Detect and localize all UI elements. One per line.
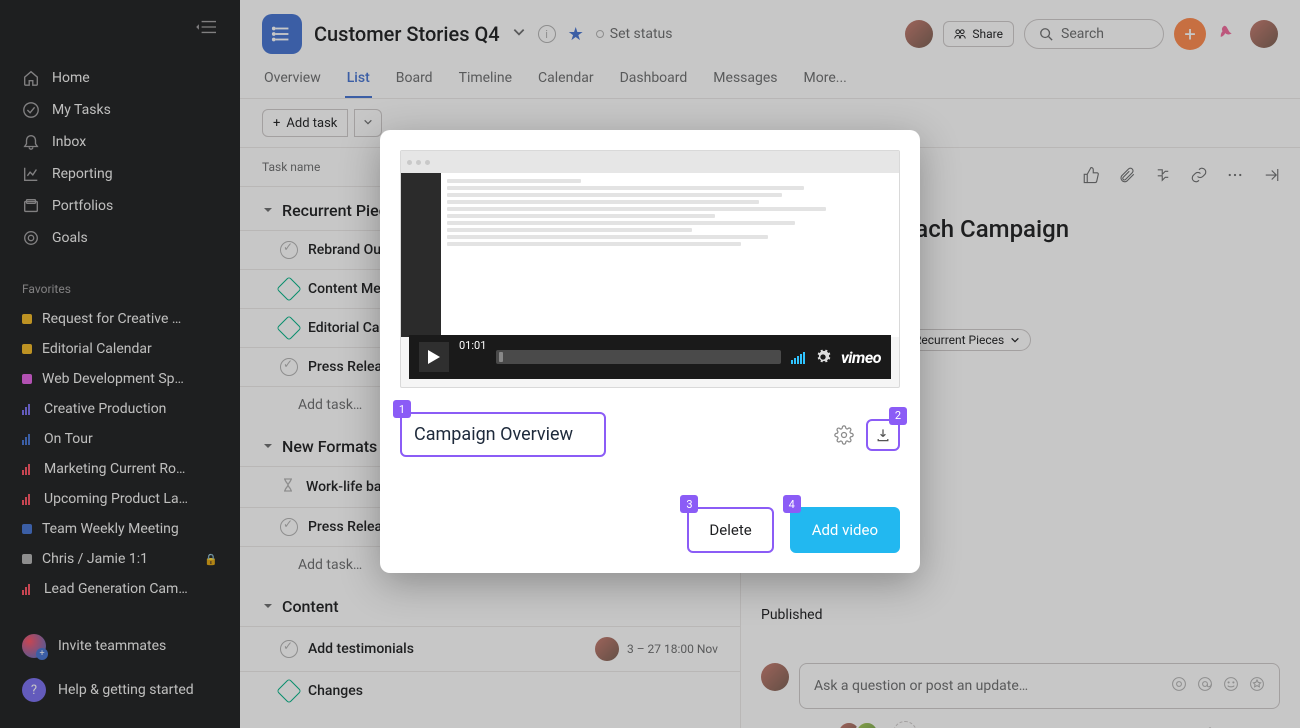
video-progress-bar[interactable]: [496, 350, 781, 364]
add-video-button[interactable]: Add video: [790, 507, 900, 553]
settings-icon[interactable]: [834, 425, 854, 445]
annotation-badge-1: 1: [393, 400, 411, 418]
annotation-badge-4: 4: [783, 495, 801, 513]
volume-icon[interactable]: [791, 350, 805, 364]
video-player[interactable]: 01:01 vimeo: [400, 150, 900, 388]
video-settings-icon[interactable]: [815, 349, 831, 365]
vimeo-logo[interactable]: vimeo: [841, 348, 881, 367]
video-modal: 01:01 vimeo 1 Campaign Overview 2: [380, 130, 920, 573]
play-button[interactable]: [419, 342, 449, 372]
annotation-badge-3: 3: [680, 495, 698, 513]
video-title-input[interactable]: Campaign Overview: [400, 412, 606, 457]
download-icon: [875, 427, 891, 443]
video-time: 01:01: [459, 339, 486, 352]
delete-button[interactable]: Delete: [687, 507, 773, 553]
annotation-badge-2: 2: [889, 407, 907, 425]
